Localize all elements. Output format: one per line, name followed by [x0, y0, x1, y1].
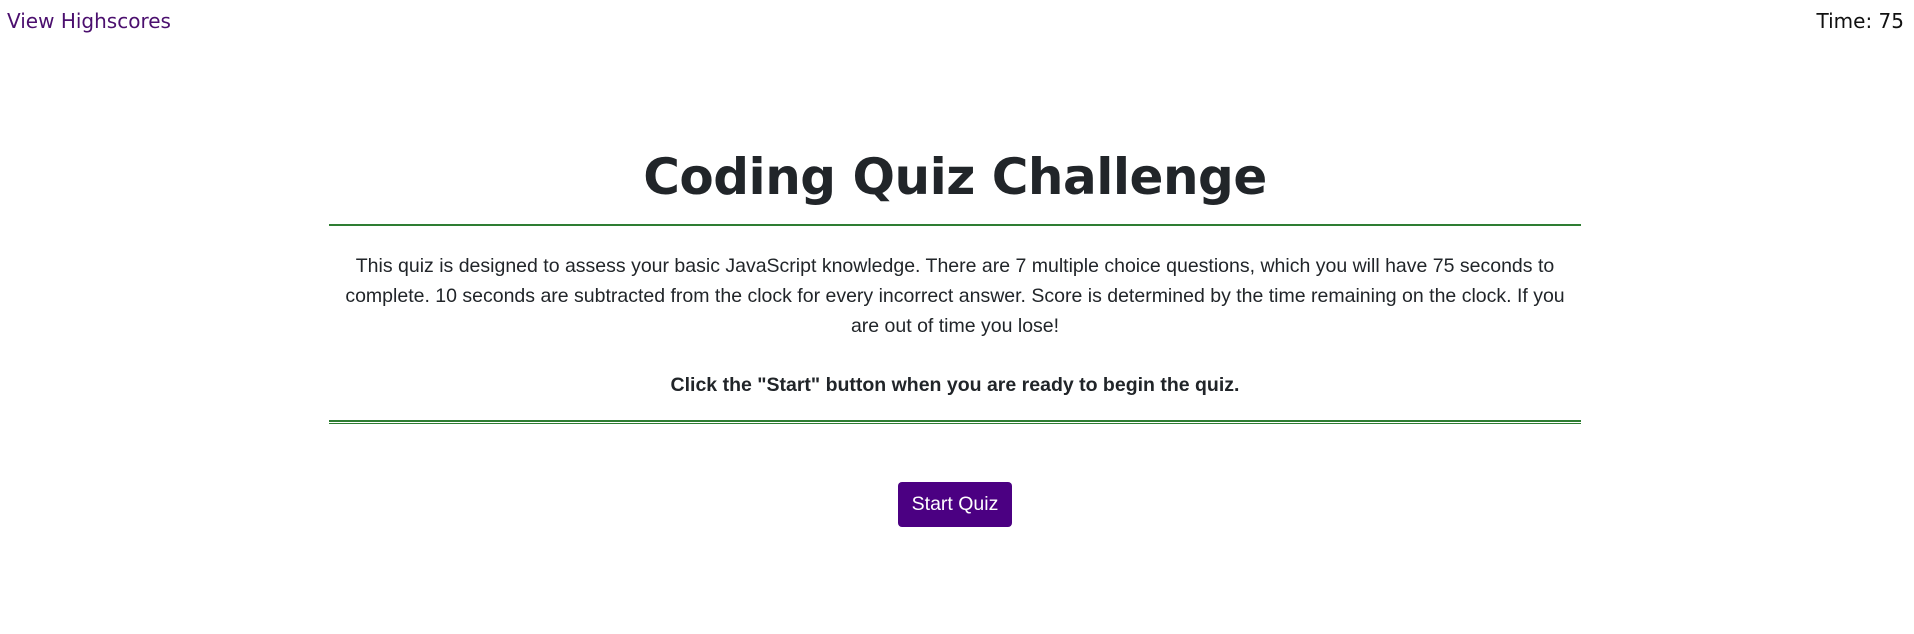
start-quiz-button[interactable]: Start Quiz	[898, 482, 1012, 527]
view-highscores-link[interactable]: View Highscores	[7, 8, 171, 34]
start-button-wrapper: Start Quiz	[329, 482, 1581, 527]
timer: Time: 75	[1817, 8, 1905, 34]
page-title: Coding Quiz Challenge	[643, 148, 1267, 206]
quiz-intro: Coding Quiz Challenge This quiz is desig…	[329, 145, 1581, 527]
timer-label: Time:	[1816, 9, 1873, 33]
timer-value: 75	[1878, 9, 1904, 33]
start-instruction: Click the "Start" button when you are re…	[670, 374, 1240, 396]
quiz-description: This quiz is designed to assess your bas…	[345, 255, 1565, 337]
top-divider	[329, 224, 1581, 226]
bottom-divider	[329, 420, 1581, 424]
